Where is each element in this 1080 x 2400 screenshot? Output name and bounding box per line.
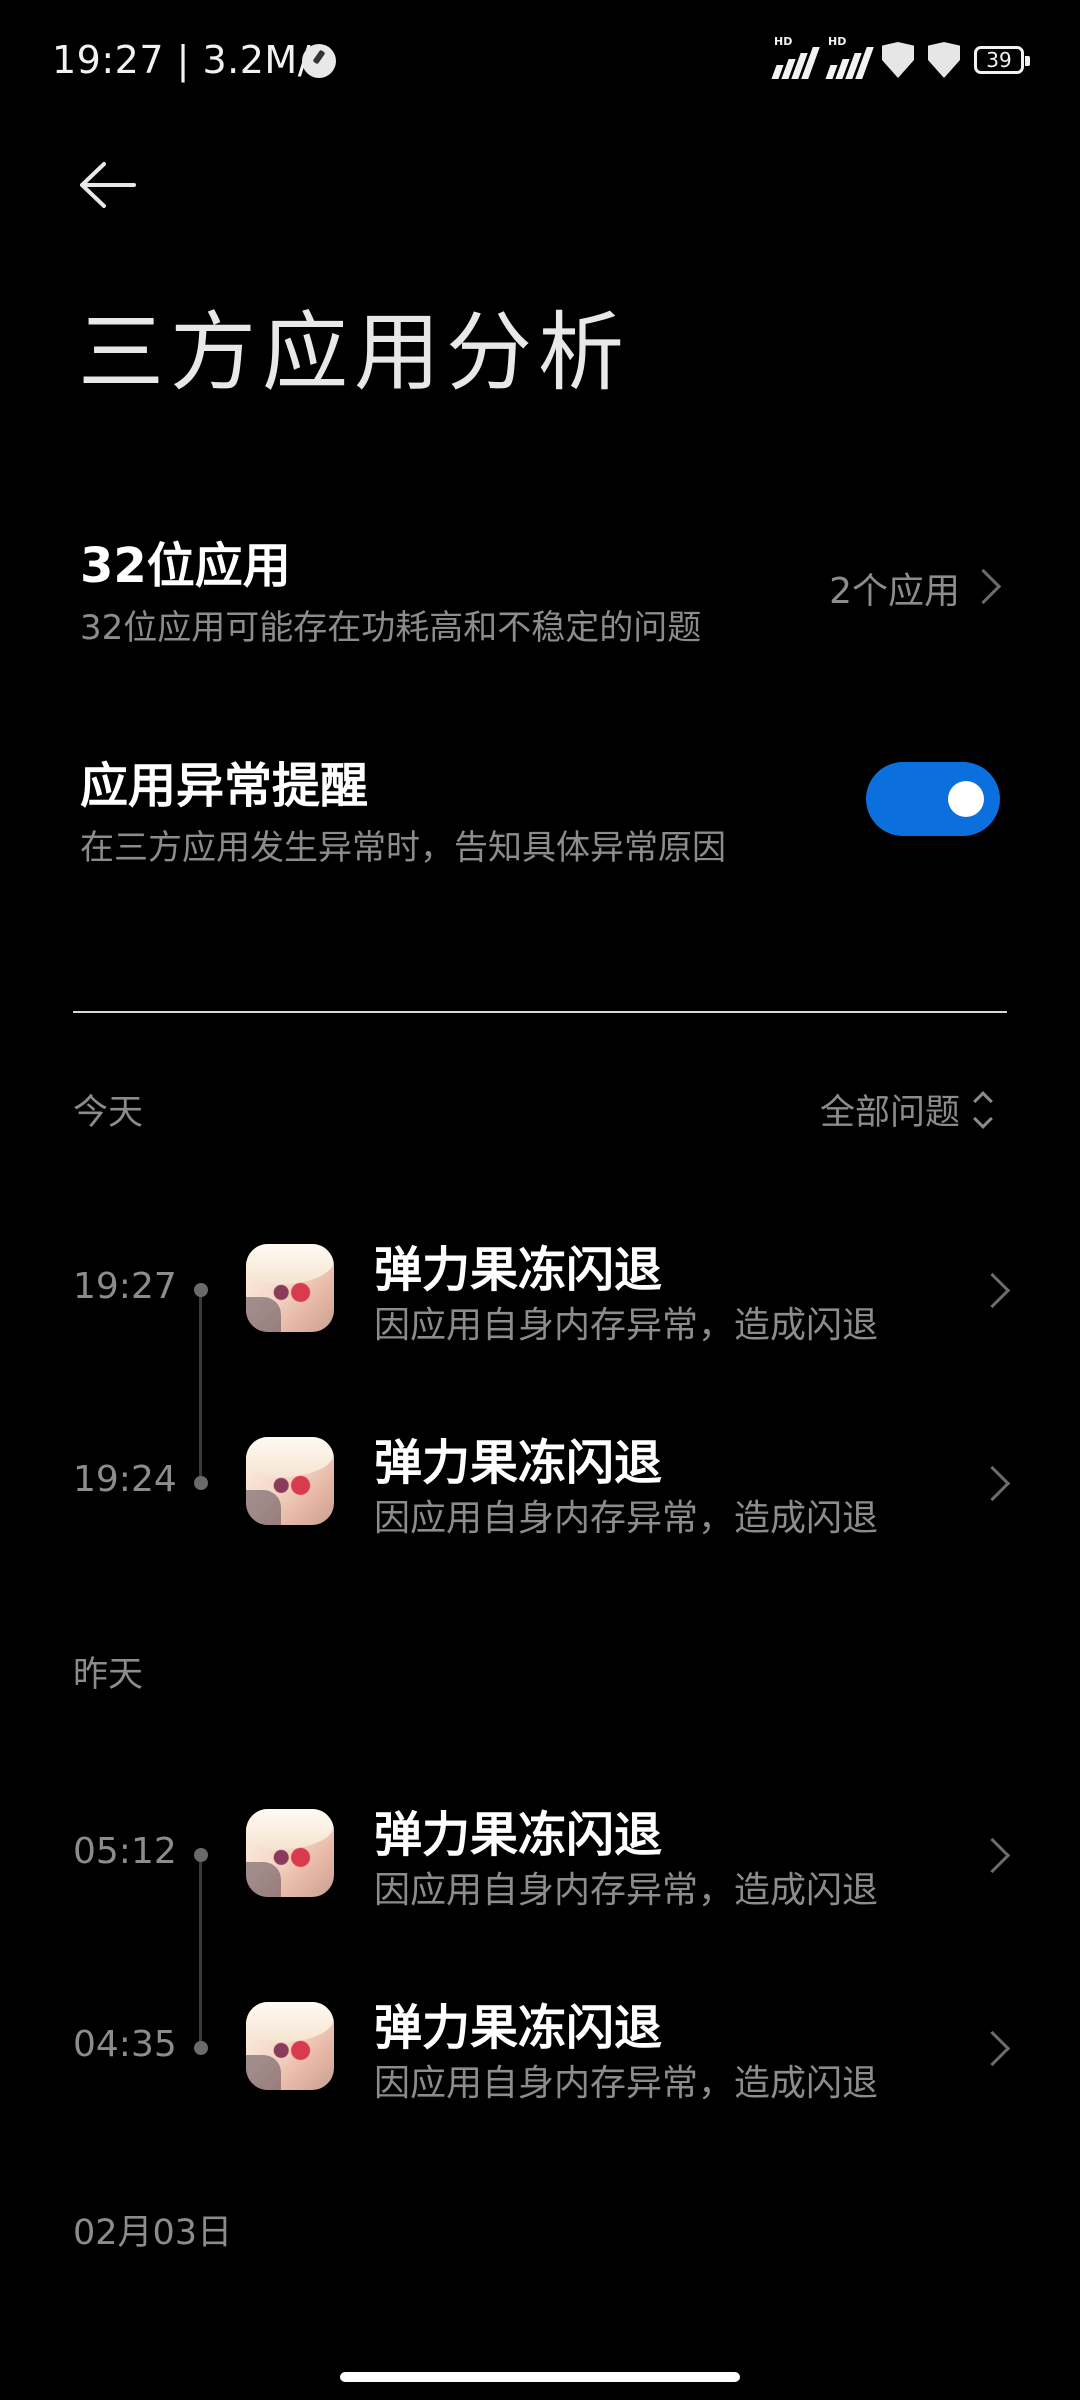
timeline-dot xyxy=(194,2041,208,2055)
arrow-left-icon[interactable] xyxy=(78,160,138,210)
battery-level: 39 xyxy=(986,48,1012,72)
section-label-today: 今天 xyxy=(73,1093,144,1133)
item-title: 弹力果冻闪退 xyxy=(374,1242,663,1298)
toggle-knob xyxy=(948,781,984,817)
section-label-yesterday: 昨天 xyxy=(73,1655,144,1695)
hd-label: HD xyxy=(828,35,847,48)
shield-icon xyxy=(882,42,914,78)
item-subtitle: 因应用自身内存异常，造成闪退 xyxy=(374,2063,879,2104)
anomaly-alert-toggle[interactable] xyxy=(866,762,1000,836)
list-item[interactable]: 05:12 弹力果冻闪退 因应用自身内存异常，造成闪退 xyxy=(0,1795,1080,1915)
item-subtitle: 因应用自身内存异常，造成闪退 xyxy=(374,1305,879,1346)
anomaly-alert-subtitle: 在三方应用发生异常时，告知具体异常原因 xyxy=(80,828,726,868)
home-indicator[interactable] xyxy=(340,2372,740,2382)
filter-dropdown[interactable]: 全部问题 xyxy=(819,1084,993,1135)
anomaly-alert-title: 应用异常提醒 xyxy=(80,758,369,814)
item-title: 弹力果冻闪退 xyxy=(374,2000,663,2056)
app-icon xyxy=(246,2002,334,2090)
list-item[interactable]: 19:24 弹力果冻闪退 因应用自身内存异常，造成闪退 xyxy=(0,1423,1080,1543)
shield-icon xyxy=(928,42,960,78)
app-icon xyxy=(246,1809,334,1897)
timeline-dot xyxy=(194,1283,208,1297)
list-item[interactable]: 19:27 弹力果冻闪退 因应用自身内存异常，造成闪退 xyxy=(0,1230,1080,1350)
item-title: 弹力果冻闪退 xyxy=(374,1807,663,1863)
chevron-right-icon xyxy=(974,1272,1011,1309)
divider xyxy=(73,1011,1007,1013)
timeline-dot xyxy=(194,1848,208,1862)
section-label-date: 02月03日 xyxy=(73,2213,233,2253)
chevron-right-icon xyxy=(974,2030,1011,2067)
chevron-right-icon xyxy=(965,568,1002,605)
hd-label: HD xyxy=(774,35,793,48)
apps32-count: 2个应用 xyxy=(829,571,960,612)
status-indicators: HD HD 39 xyxy=(771,35,1030,80)
item-time: 19:24 xyxy=(73,1459,177,1500)
list-item[interactable]: 04:35 弹力果冻闪退 因应用自身内存异常，造成闪退 xyxy=(0,1988,1080,2108)
app-icon xyxy=(246,1244,334,1332)
status-time-speed: 19:27 | 3.2M/s xyxy=(52,38,332,82)
apps32-subtitle: 32位应用可能存在功耗高和不稳定的问题 xyxy=(80,608,702,648)
apps32-row[interactable]: 32位应用 32位应用可能存在功耗高和不稳定的问题 2个应用 xyxy=(0,510,1080,650)
item-title: 弹力果冻闪退 xyxy=(374,1435,663,1491)
item-time: 04:35 xyxy=(73,2024,177,2065)
item-subtitle: 因应用自身内存异常，造成闪退 xyxy=(374,1870,879,1911)
timeline-dot xyxy=(194,1476,208,1490)
item-time: 19:27 xyxy=(73,1266,177,1307)
app-icon xyxy=(246,1437,334,1525)
page-title: 三方应用分析 xyxy=(78,303,630,403)
sort-updown-icon xyxy=(973,1090,993,1129)
battery-icon: 39 xyxy=(974,46,1030,74)
item-time: 05:12 xyxy=(73,1831,177,1872)
signal-icon: HD xyxy=(771,35,820,79)
compass-icon xyxy=(302,44,336,78)
chevron-right-icon xyxy=(974,1465,1011,1502)
apps32-title: 32位应用 xyxy=(80,538,291,594)
item-subtitle: 因应用自身内存异常，造成闪退 xyxy=(374,1498,879,1539)
filter-label: 全部问题 xyxy=(819,1093,960,1133)
signal-icon: HD xyxy=(825,35,874,79)
chevron-right-icon xyxy=(974,1837,1011,1874)
